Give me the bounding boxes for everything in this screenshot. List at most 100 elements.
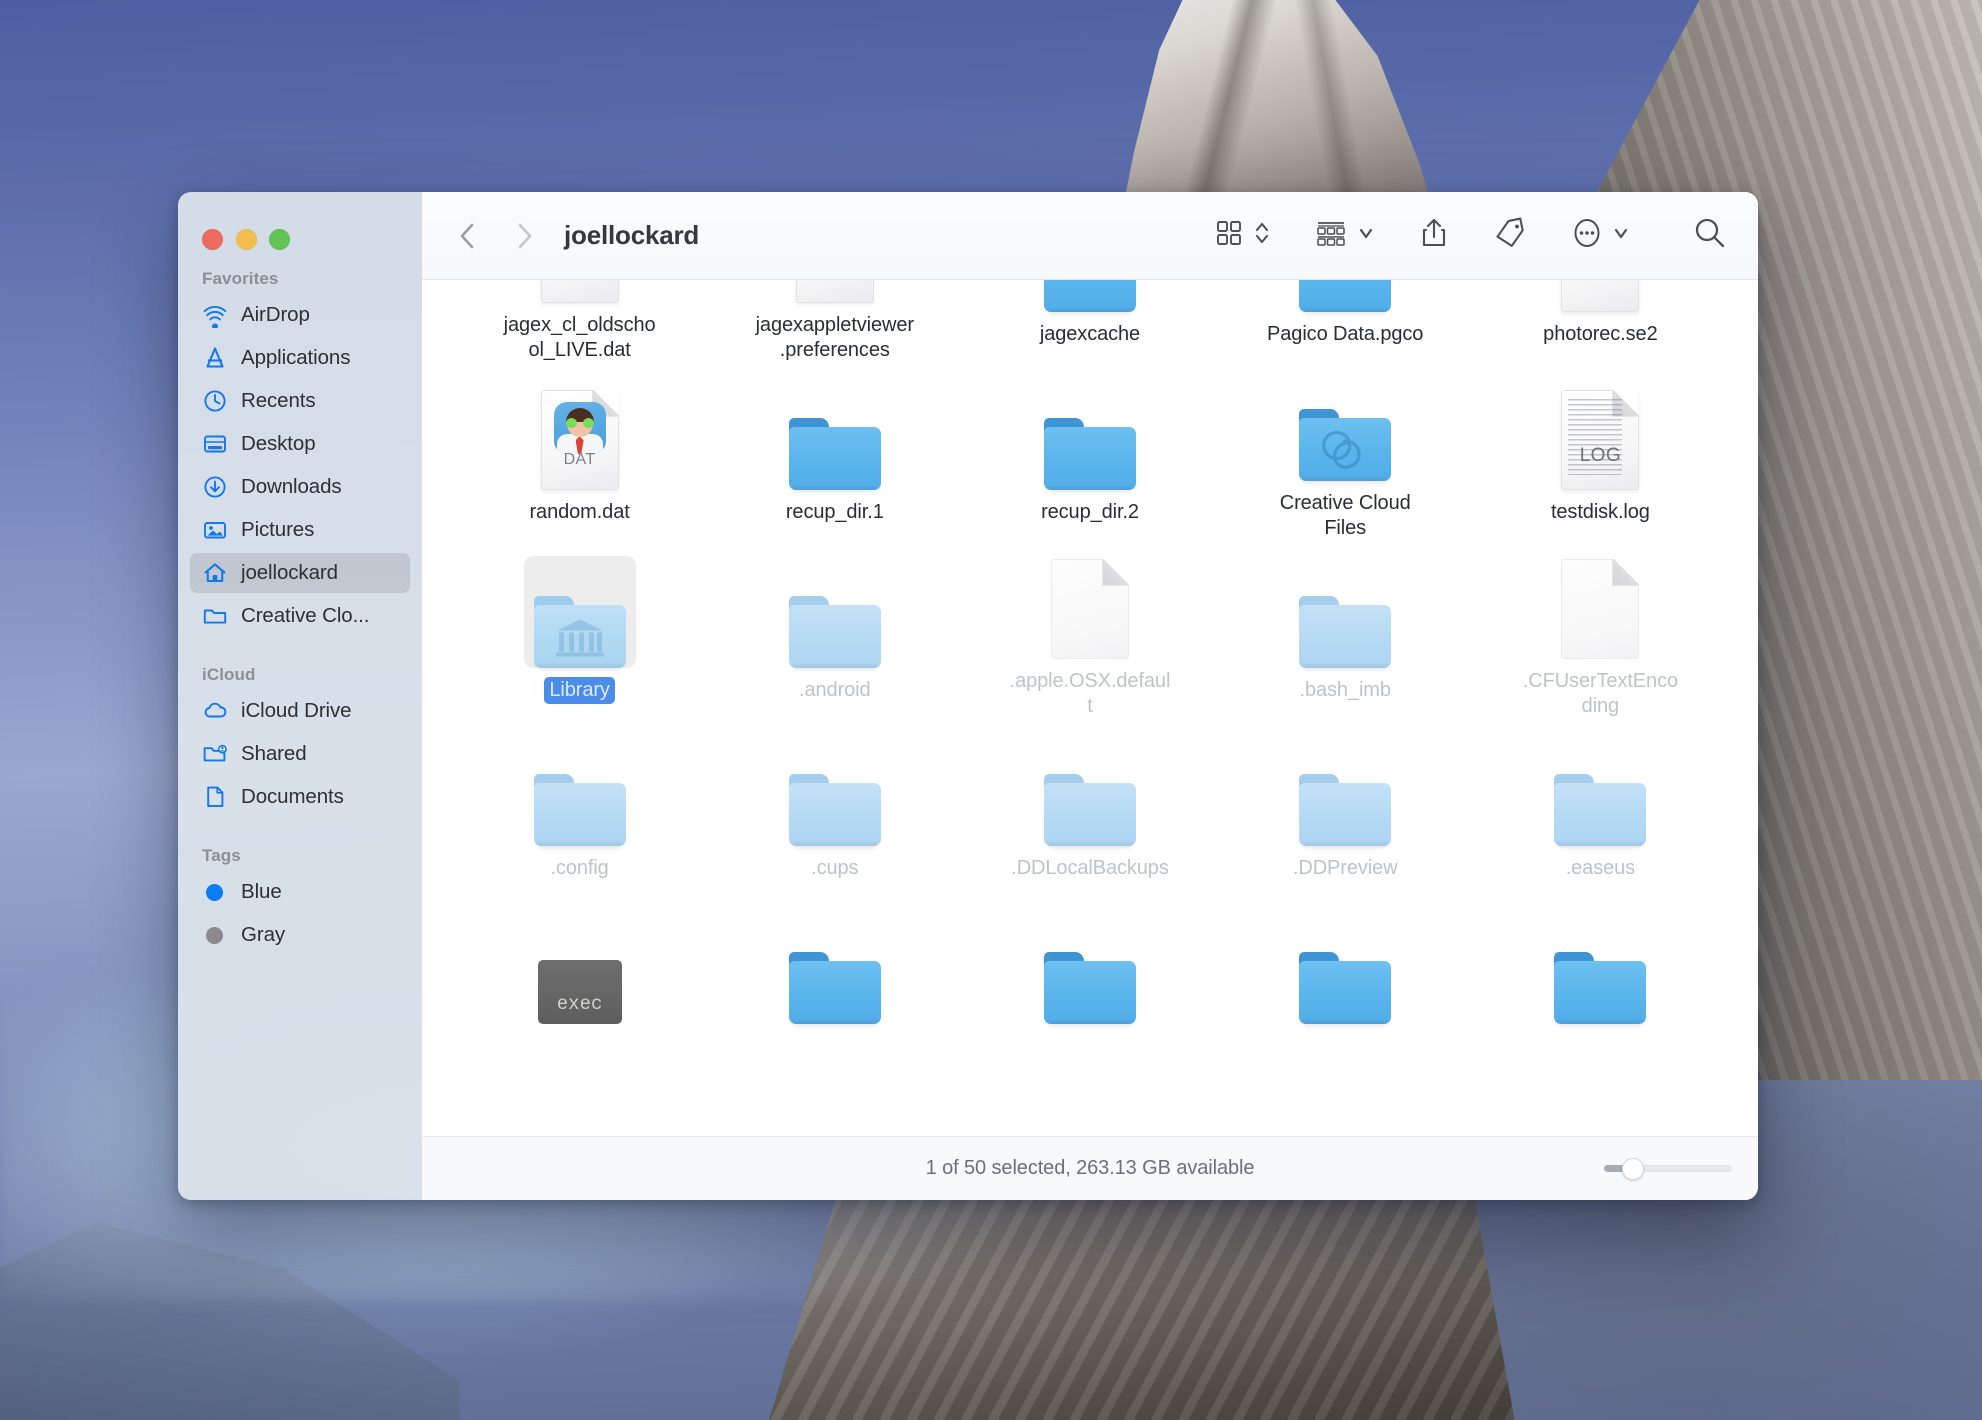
file-icon[interactable] (1289, 912, 1401, 1024)
file-item[interactable]: Library (452, 542, 707, 720)
view-mode-control[interactable] (1213, 217, 1270, 254)
file-label: .bash_imb (1295, 677, 1396, 704)
file-item[interactable]: Creative Cloud Files (1218, 364, 1473, 542)
more-ellipsis-icon[interactable] (1571, 216, 1603, 255)
folder-icon (789, 418, 881, 490)
sidebar-item-creative-clo[interactable]: Creative Clo... (190, 596, 410, 636)
folder-icon (1044, 952, 1136, 1024)
file-icon[interactable] (1289, 556, 1401, 668)
file-item[interactable] (1473, 898, 1728, 1076)
share-icon[interactable] (1419, 216, 1449, 255)
file-icon[interactable] (779, 280, 891, 303)
file-label: .DDPreview (1288, 855, 1403, 882)
tag-dot-icon (201, 879, 228, 905)
file-icon[interactable] (524, 734, 636, 846)
file-icon[interactable] (1034, 556, 1146, 659)
folder-icon (1044, 280, 1136, 312)
file-item[interactable]: .bash_imb (1218, 542, 1473, 720)
sidebar-item-blue[interactable]: Blue (190, 872, 410, 912)
file-item[interactable]: .apple.OSX.default (962, 542, 1217, 720)
file-icon[interactable] (1034, 378, 1146, 490)
window-controls (178, 206, 422, 264)
sidebar-item-icloud-drive[interactable]: iCloud Drive (190, 691, 410, 731)
file-item[interactable]: .easeus (1473, 720, 1728, 898)
airdrop-icon (201, 302, 228, 328)
file-icon[interactable] (1544, 280, 1656, 312)
view-stepper-icon[interactable] (1254, 217, 1270, 254)
file-icon[interactable] (524, 556, 636, 668)
sidebar-item-shared[interactable]: Shared (190, 734, 410, 774)
file-item[interactable]: .cups (707, 720, 962, 898)
file-item[interactable]: recup_dir.2 (962, 364, 1217, 542)
file-icon[interactable] (1544, 556, 1656, 659)
file-item[interactable] (1218, 898, 1473, 1076)
file-item[interactable]: .android (707, 542, 962, 720)
maximize-button[interactable] (269, 229, 290, 250)
file-icon[interactable] (1289, 378, 1401, 481)
file-icon[interactable] (779, 378, 891, 490)
sidebar-item-documents[interactable]: Documents (190, 777, 410, 817)
sidebar-item-downloads[interactable]: Downloads (190, 467, 410, 507)
file-item[interactable]: LOGtestdisk.log (1473, 364, 1728, 542)
grid-view-icon[interactable] (1213, 217, 1245, 254)
minimize-button[interactable] (236, 229, 257, 250)
sidebar-item-recents[interactable]: Recents (190, 381, 410, 421)
icon-size-slider[interactable] (1604, 1158, 1732, 1180)
executable-icon: exec (538, 960, 622, 1024)
sidebar-item-joellockard[interactable]: joellockard (190, 553, 410, 593)
search-button[interactable] (1692, 215, 1728, 256)
file-icon[interactable] (1034, 912, 1146, 1024)
file-item[interactable]: jagexcache (962, 280, 1217, 364)
file-item[interactable]: jagexappletviewer.preferences (707, 280, 962, 364)
file-icon-area[interactable]: DATjagex_cl_oldschool_LIVE.datjagexapple… (422, 280, 1758, 1136)
file-item[interactable]: DATrandom.dat (452, 364, 707, 542)
file-icon[interactable] (779, 734, 891, 846)
folder-icon (789, 596, 881, 668)
file-icon[interactable]: exec (524, 912, 636, 1024)
file-item[interactable]: recup_dir.1 (707, 364, 962, 542)
file-icon[interactable] (779, 556, 891, 668)
file-item[interactable]: exec (452, 898, 707, 1076)
file-item[interactable] (962, 898, 1217, 1076)
sidebar-item-applications[interactable]: Applications (190, 338, 410, 378)
file-icon[interactable] (779, 912, 891, 1024)
sidebar-item-pictures[interactable]: Pictures (190, 510, 410, 550)
group-by-control[interactable] (1314, 217, 1375, 254)
close-button[interactable] (202, 229, 223, 250)
chevron-down-icon[interactable] (1612, 217, 1630, 254)
file-item[interactable]: photorec.se2 (1473, 280, 1728, 364)
file-icon[interactable] (1544, 912, 1656, 1024)
group-by-icon[interactable] (1314, 217, 1348, 254)
sidebar-item-gray[interactable]: Gray (190, 915, 410, 955)
file-icon[interactable]: LOG (1544, 378, 1656, 490)
sidebar-item-label: Downloads (241, 475, 342, 499)
sidebar-item-desktop[interactable]: Desktop (190, 424, 410, 464)
file-item[interactable]: Pagico Data.pgco (1218, 280, 1473, 364)
file-icon[interactable] (1034, 734, 1146, 846)
folder-icon (1044, 418, 1136, 490)
file-item[interactable]: .DDLocalBackups (962, 720, 1217, 898)
sidebar-item-label: joellockard (241, 561, 338, 585)
file-item[interactable]: DATjagex_cl_oldschool_LIVE.dat (452, 280, 707, 364)
chevron-down-icon[interactable] (1357, 217, 1375, 254)
share-button[interactable] (1419, 216, 1449, 255)
toolbar: joellockard (422, 192, 1758, 280)
file-icon[interactable] (1289, 734, 1401, 846)
tag-icon[interactable] (1493, 217, 1527, 254)
file-item[interactable]: .config (452, 720, 707, 898)
file-icon[interactable] (1034, 280, 1146, 312)
file-icon[interactable] (1289, 280, 1401, 312)
sidebar-item-airdrop[interactable]: AirDrop (190, 295, 410, 335)
back-button[interactable] (448, 217, 486, 255)
more-actions-control[interactable] (1571, 216, 1630, 255)
tag-button[interactable] (1493, 217, 1527, 254)
file-item[interactable]: .CFUserTextEncoding (1473, 542, 1728, 720)
file-item[interactable] (707, 898, 962, 1076)
search-icon[interactable] (1692, 215, 1728, 256)
file-item[interactable]: .DDPreview (1218, 720, 1473, 898)
file-icon[interactable]: DAT (524, 280, 636, 303)
file-icon[interactable] (1544, 734, 1656, 846)
file-icon[interactable]: DAT (524, 378, 636, 490)
slider-knob[interactable] (1622, 1158, 1644, 1180)
forward-button[interactable] (506, 217, 544, 255)
